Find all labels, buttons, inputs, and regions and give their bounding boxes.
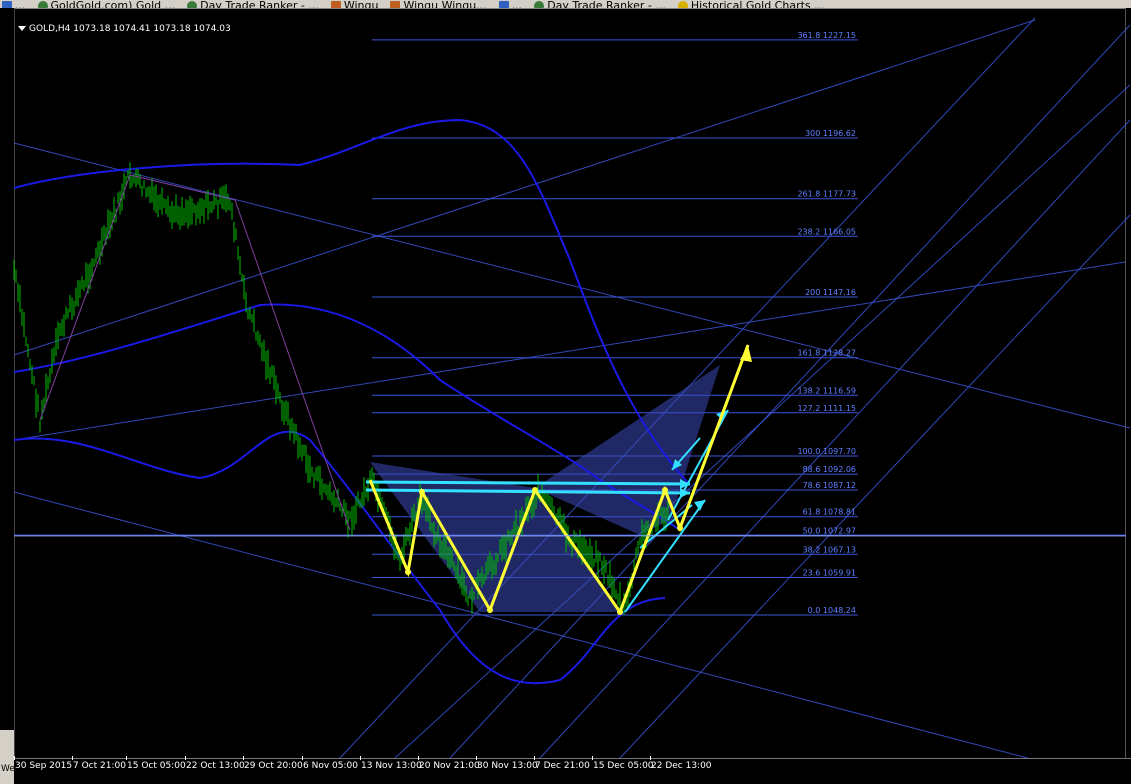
time-axis-tick bbox=[243, 756, 244, 760]
cyan-horizontal-arrow-0 bbox=[365, 480, 691, 486]
time-axis-tick bbox=[185, 756, 186, 760]
yellow-pivot-point bbox=[677, 525, 683, 531]
fib-level-label: 261.8 1177.73 bbox=[797, 190, 856, 199]
time-axis-label: 15 Oct 05:00 bbox=[127, 761, 186, 771]
trend-line-5 bbox=[449, 24, 1131, 759]
time-axis-tick bbox=[650, 756, 651, 760]
time-axis-label: 22 Dec 13:00 bbox=[651, 761, 712, 771]
time-axis-label: 30 Nov 13:00 bbox=[477, 761, 538, 771]
time-axis-label: 13 Nov 13:00 bbox=[361, 761, 422, 771]
trend-line-2 bbox=[13, 261, 1126, 441]
fib-level-label: 100.0 1097.70 bbox=[797, 447, 856, 456]
time-axis-tick bbox=[418, 756, 419, 760]
fib-level-label: 23.6 1059.91 bbox=[803, 568, 856, 577]
fib-level-label: 300 1196.62 bbox=[805, 129, 856, 138]
fib-level-label: 127.2 1111.15 bbox=[797, 404, 856, 413]
time-axis-tick bbox=[126, 756, 127, 760]
fib-level-label: 0.0 1048.24 bbox=[808, 606, 856, 615]
fib-level-label: 38.2 1067.13 bbox=[803, 545, 856, 554]
time-axis-tick bbox=[72, 756, 73, 760]
yellow-pivot-point bbox=[487, 607, 493, 613]
time-axis-tick bbox=[302, 756, 303, 760]
cyan-arrow-head bbox=[694, 500, 705, 511]
time-axis: 30 Sep 2015 7 Oct 21:00 15 Oct 05:00 22 Oct… bbox=[14, 756, 1131, 777]
time-axis-tick bbox=[534, 756, 535, 760]
upper-band-curve bbox=[13, 118, 691, 486]
time-axis-label: 15 Dec 05:00 bbox=[593, 761, 654, 771]
trend-line-3 bbox=[13, 19, 1036, 356]
fib-level-label: 161.8 1128.27 bbox=[797, 349, 856, 358]
time-axis-label: 7 Oct 21:00 bbox=[73, 761, 126, 771]
fib-level-label: 138.2 1116.59 bbox=[797, 386, 856, 395]
chart-title: GOLD,H4 1073.18 1074.41 1073.18 1074.03 bbox=[18, 24, 231, 34]
time-axis-label: 29 Oct 20:00 bbox=[244, 761, 303, 771]
fib-level-label: 50.0 1072.97 bbox=[803, 527, 856, 536]
time-axis-label: 22 Oct 13:00 bbox=[186, 761, 245, 771]
trend-line-0 bbox=[13, 142, 1131, 429]
fib-level-label: 61.8 1078.81 bbox=[803, 508, 856, 517]
time-axis-tick bbox=[14, 756, 15, 760]
fib-level-label: 200 1147.16 bbox=[805, 288, 856, 297]
time-axis-tick bbox=[360, 756, 361, 760]
dropdown-triangle-icon[interactable] bbox=[18, 26, 26, 31]
fib-level-label: 361.8 1227.15 bbox=[797, 31, 856, 40]
price-chart[interactable]: 361.8 1227.15 300 1196.62 261.8 1177.73 238… bbox=[0, 0, 1131, 776]
fib-level-label: 238.2 1166.05 bbox=[797, 227, 856, 236]
yellow-pivot-point bbox=[419, 489, 425, 495]
yellow-pivot-point bbox=[405, 569, 411, 575]
yellow-pivot-point bbox=[662, 487, 668, 493]
time-axis-tick bbox=[592, 756, 593, 760]
fib-level-label: 78.6 1087.12 bbox=[803, 481, 856, 490]
time-axis-label: 20 Nov 21:00 bbox=[419, 761, 480, 771]
time-axis-label: 30 Sep 2015 bbox=[15, 761, 73, 771]
yellow-pivot-point bbox=[532, 487, 538, 493]
fib-level-label: 88.6 1092.06 bbox=[803, 465, 856, 474]
yellow-pivot-point bbox=[617, 609, 623, 615]
time-axis-label: 6 Nov 05:00 bbox=[303, 761, 358, 771]
time-axis-label: 7 Dec 21:00 bbox=[535, 761, 590, 771]
time-axis-tick bbox=[476, 756, 477, 760]
harmonic-pattern-upper bbox=[535, 365, 720, 535]
chart-symbol-quote: GOLD,H4 1073.18 1074.41 1073.18 1074.03 bbox=[29, 24, 231, 34]
